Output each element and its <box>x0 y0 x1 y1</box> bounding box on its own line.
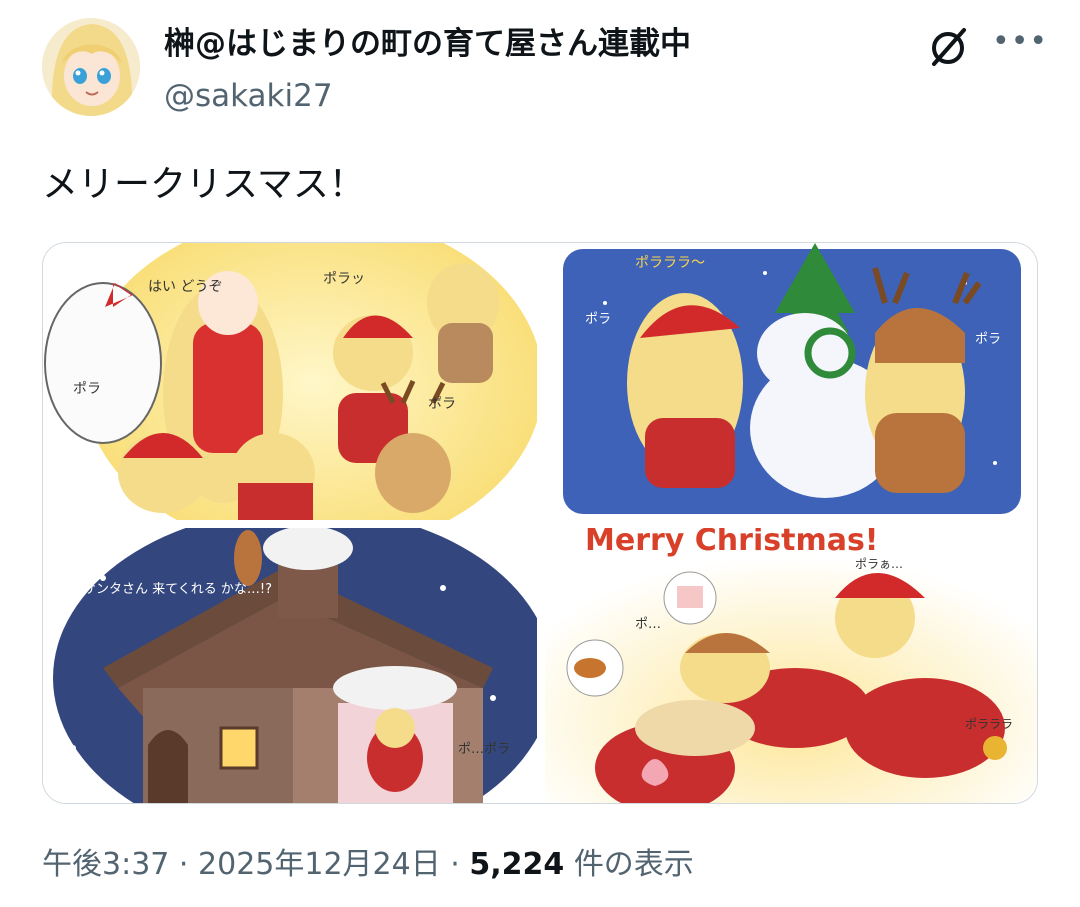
bubble-text-1-3: ポラ <box>73 381 101 397</box>
meta-separator: · <box>178 847 189 882</box>
handle[interactable]: @sakaki27 <box>164 74 691 118</box>
tweet-meta: 午後3:37 · 2025年12月24日 · 5,224 件の表示 <box>42 842 694 888</box>
bubble-text-3-2: ポ…ポラ <box>458 742 510 757</box>
views-label: 件の表示 <box>573 847 694 882</box>
media-image-2[interactable]: ポラララ〜 ポラ ポラ <box>545 243 1037 520</box>
avatar[interactable] <box>42 18 140 116</box>
bubble-text-2-2: ポラ <box>585 312 611 327</box>
merry-christmas-title: Merry Christmas! <box>585 528 878 558</box>
meta-separator: · <box>450 847 460 882</box>
bubble-text-1-2: ポラッ <box>323 271 365 287</box>
more-icon[interactable]: ••• <box>992 22 1047 68</box>
bubble-text-1-1: はい どうぞ <box>148 279 222 295</box>
bubble-text-3-1: サンタさん 来てくれる かな…!? <box>83 582 272 597</box>
media-image-3[interactable]: サンタさん 来てくれる かな…!? ポ…ポラ <box>43 528 537 803</box>
bubble-text-1-4: ポラ <box>428 396 456 412</box>
media-image-1[interactable]: はい どうぞ ポラッ ポラ ポラ <box>43 243 537 520</box>
bubble-text-2-3: ポラ <box>975 332 1001 347</box>
tweet-text: メリークリスマス！ <box>42 164 365 205</box>
author-names: 榊@はじまりの町の育て屋さん連載中 @sakaki27 <box>164 22 691 118</box>
bubble-text-4-3: ポ… <box>635 617 661 632</box>
bubble-text-4-2: ポラぁ… <box>855 557 903 571</box>
bubble-text-2-1: ポラララ〜 <box>635 255 705 271</box>
bubble-text-4-4: ポラララ <box>965 717 1013 731</box>
display-name[interactable]: 榊@はじまりの町の育て屋さん連載中 <box>164 22 691 66</box>
tweet-date[interactable]: 2025年12月24日 <box>198 847 441 882</box>
views-count[interactable]: 5,224 <box>469 847 564 882</box>
media-grid[interactable]: はい どうぞ ポラッ ポラ ポラ ポラララ〜 ポラ ポラ サンタさん 来てくれる… <box>42 242 1038 804</box>
media-image-4[interactable]: Merry Christmas! ポラぁ… ポ… ポラララ <box>545 528 1037 803</box>
tweet-header: 榊@はじまりの町の育て屋さん連載中 @sakaki27 ••• <box>42 18 1047 118</box>
grok-icon[interactable] <box>926 24 972 70</box>
tweet-time[interactable]: 午後3:37 <box>42 847 169 882</box>
